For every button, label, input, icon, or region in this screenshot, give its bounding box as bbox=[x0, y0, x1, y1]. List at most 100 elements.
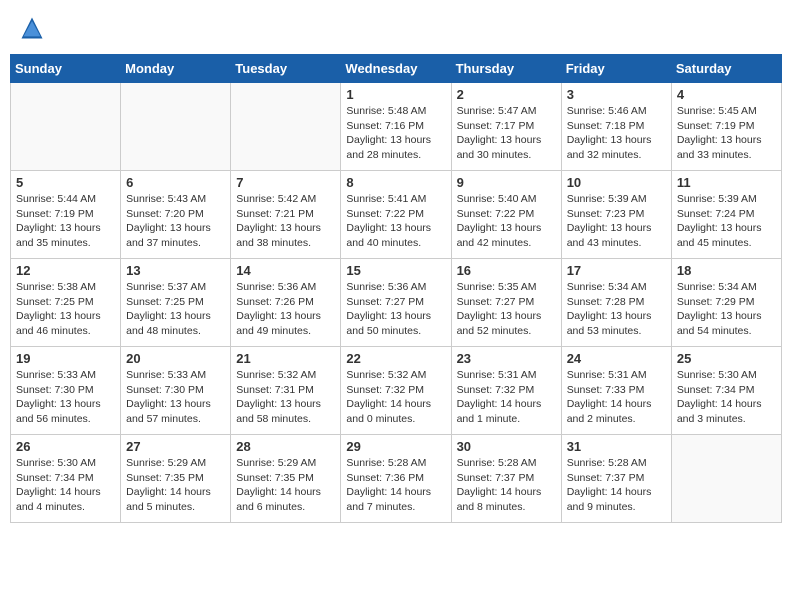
calendar-cell: 30 Sunrise: 5:28 AM Sunset: 7:37 PM Dayli… bbox=[451, 435, 561, 523]
day-number: 25 bbox=[677, 351, 776, 366]
general-blue-icon bbox=[18, 14, 46, 42]
calendar-cell: 20 Sunrise: 5:33 AM Sunset: 7:30 PM Dayli… bbox=[121, 347, 231, 435]
day-number: 10 bbox=[567, 175, 666, 190]
day-info: Sunrise: 5:39 AM Sunset: 7:24 PM Dayligh… bbox=[677, 192, 776, 251]
calendar-cell: 19 Sunrise: 5:33 AM Sunset: 7:30 PM Dayli… bbox=[11, 347, 121, 435]
day-number: 14 bbox=[236, 263, 335, 278]
day-number: 6 bbox=[126, 175, 225, 190]
day-info: Sunrise: 5:44 AM Sunset: 7:19 PM Dayligh… bbox=[16, 192, 115, 251]
day-header-friday: Friday bbox=[561, 55, 671, 83]
calendar-cell: 15Sunrise: 5:36 AM Sunset: 7:27 PM Dayli… bbox=[341, 259, 451, 347]
day-info: Sunrise: 5:32 AM Sunset: 7:32 PM Dayligh… bbox=[346, 368, 445, 427]
day-info: Sunrise: 5:34 AM Sunset: 7:29 PM Dayligh… bbox=[677, 280, 776, 339]
calendar-cell: 17 Sunrise: 5:34 AM Sunset: 7:28 PM Dayli… bbox=[561, 259, 671, 347]
day-number: 21 bbox=[236, 351, 335, 366]
day-info: Sunrise: 5:46 AM Sunset: 7:18 PM Dayligh… bbox=[567, 104, 666, 163]
day-info: Sunrise: 5:28 AM Sunset: 7:36 PM Dayligh… bbox=[346, 456, 445, 515]
day-info: Sunrise: 5:34 AM Sunset: 7:28 PM Dayligh… bbox=[567, 280, 666, 339]
day-header-saturday: Saturday bbox=[671, 55, 781, 83]
logo bbox=[18, 14, 50, 42]
calendar-week-row: 26 Sunrise: 5:30 AM Sunset: 7:34 PM Dayli… bbox=[11, 435, 782, 523]
day-info: Sunrise: 5:33 AM Sunset: 7:30 PM Dayligh… bbox=[16, 368, 115, 427]
day-number: 12 bbox=[16, 263, 115, 278]
day-info: Sunrise: 5:28 AM Sunset: 7:37 PM Dayligh… bbox=[457, 456, 556, 515]
calendar-cell bbox=[121, 83, 231, 171]
calendar-cell: 2 Sunrise: 5:47 AM Sunset: 7:17 PM Daylig… bbox=[451, 83, 561, 171]
calendar-cell: 22 Sunrise: 5:32 AM Sunset: 7:32 PM Dayli… bbox=[341, 347, 451, 435]
day-info: Sunrise: 5:43 AM Sunset: 7:20 PM Dayligh… bbox=[126, 192, 225, 251]
day-info: Sunrise: 5:30 AM Sunset: 7:34 PM Dayligh… bbox=[677, 368, 776, 427]
calendar-cell: 29 Sunrise: 5:28 AM Sunset: 7:36 PM Dayli… bbox=[341, 435, 451, 523]
day-number: 2 bbox=[457, 87, 556, 102]
calendar-cell bbox=[231, 83, 341, 171]
day-info: Sunrise: 5:41 AM Sunset: 7:22 PM Dayligh… bbox=[346, 192, 445, 251]
calendar-cell: 21 Sunrise: 5:32 AM Sunset: 7:31 PM Dayli… bbox=[231, 347, 341, 435]
day-info: Sunrise: 5:38 AM Sunset: 7:25 PM Dayligh… bbox=[16, 280, 115, 339]
day-number: 13 bbox=[126, 263, 225, 278]
calendar-cell: 1Sunrise: 5:48 AM Sunset: 7:16 PM Daylig… bbox=[341, 83, 451, 171]
calendar-cell: 8Sunrise: 5:41 AM Sunset: 7:22 PM Daylig… bbox=[341, 171, 451, 259]
page-header bbox=[10, 10, 782, 46]
calendar-week-row: 5 Sunrise: 5:44 AM Sunset: 7:19 PM Daylig… bbox=[11, 171, 782, 259]
day-info: Sunrise: 5:31 AM Sunset: 7:32 PM Dayligh… bbox=[457, 368, 556, 427]
day-number: 22 bbox=[346, 351, 445, 366]
day-info: Sunrise: 5:30 AM Sunset: 7:34 PM Dayligh… bbox=[16, 456, 115, 515]
calendar-cell bbox=[11, 83, 121, 171]
calendar-cell: 23Sunrise: 5:31 AM Sunset: 7:32 PM Dayli… bbox=[451, 347, 561, 435]
day-number: 30 bbox=[457, 439, 556, 454]
day-info: Sunrise: 5:31 AM Sunset: 7:33 PM Dayligh… bbox=[567, 368, 666, 427]
day-info: Sunrise: 5:32 AM Sunset: 7:31 PM Dayligh… bbox=[236, 368, 335, 427]
day-number: 24 bbox=[567, 351, 666, 366]
day-number: 27 bbox=[126, 439, 225, 454]
day-number: 9 bbox=[457, 175, 556, 190]
day-number: 18 bbox=[677, 263, 776, 278]
day-info: Sunrise: 5:29 AM Sunset: 7:35 PM Dayligh… bbox=[126, 456, 225, 515]
calendar-cell: 11 Sunrise: 5:39 AM Sunset: 7:24 PM Dayli… bbox=[671, 171, 781, 259]
calendar-cell: 13 Sunrise: 5:37 AM Sunset: 7:25 PM Dayli… bbox=[121, 259, 231, 347]
day-info: Sunrise: 5:45 AM Sunset: 7:19 PM Dayligh… bbox=[677, 104, 776, 163]
day-info: Sunrise: 5:40 AM Sunset: 7:22 PM Dayligh… bbox=[457, 192, 556, 251]
day-info: Sunrise: 5:33 AM Sunset: 7:30 PM Dayligh… bbox=[126, 368, 225, 427]
day-info: Sunrise: 5:29 AM Sunset: 7:35 PM Dayligh… bbox=[236, 456, 335, 515]
calendar-cell: 9 Sunrise: 5:40 AM Sunset: 7:22 PM Daylig… bbox=[451, 171, 561, 259]
day-number: 15 bbox=[346, 263, 445, 278]
calendar-cell: 4Sunrise: 5:45 AM Sunset: 7:19 PM Daylig… bbox=[671, 83, 781, 171]
calendar-week-row: 19 Sunrise: 5:33 AM Sunset: 7:30 PM Dayli… bbox=[11, 347, 782, 435]
calendar-cell: 28 Sunrise: 5:29 AM Sunset: 7:35 PM Dayli… bbox=[231, 435, 341, 523]
day-info: Sunrise: 5:47 AM Sunset: 7:17 PM Dayligh… bbox=[457, 104, 556, 163]
day-number: 7 bbox=[236, 175, 335, 190]
day-number: 26 bbox=[16, 439, 115, 454]
day-number: 31 bbox=[567, 439, 666, 454]
calendar-cell: 12 Sunrise: 5:38 AM Sunset: 7:25 PM Dayli… bbox=[11, 259, 121, 347]
day-number: 19 bbox=[16, 351, 115, 366]
day-number: 5 bbox=[16, 175, 115, 190]
calendar-cell: 25 Sunrise: 5:30 AM Sunset: 7:34 PM Dayli… bbox=[671, 347, 781, 435]
calendar-cell: 24 Sunrise: 5:31 AM Sunset: 7:33 PM Dayli… bbox=[561, 347, 671, 435]
calendar-cell: 26 Sunrise: 5:30 AM Sunset: 7:34 PM Dayli… bbox=[11, 435, 121, 523]
calendar-cell: 3 Sunrise: 5:46 AM Sunset: 7:18 PM Daylig… bbox=[561, 83, 671, 171]
calendar-week-row: 12 Sunrise: 5:38 AM Sunset: 7:25 PM Dayli… bbox=[11, 259, 782, 347]
calendar-week-row: 1Sunrise: 5:48 AM Sunset: 7:16 PM Daylig… bbox=[11, 83, 782, 171]
day-number: 11 bbox=[677, 175, 776, 190]
day-number: 3 bbox=[567, 87, 666, 102]
day-number: 20 bbox=[126, 351, 225, 366]
day-header-thursday: Thursday bbox=[451, 55, 561, 83]
calendar-cell: 6 Sunrise: 5:43 AM Sunset: 7:20 PM Daylig… bbox=[121, 171, 231, 259]
day-info: Sunrise: 5:28 AM Sunset: 7:37 PM Dayligh… bbox=[567, 456, 666, 515]
day-number: 29 bbox=[346, 439, 445, 454]
calendar-header-row: SundayMondayTuesdayWednesdayThursdayFrid… bbox=[11, 55, 782, 83]
calendar-cell bbox=[671, 435, 781, 523]
day-number: 28 bbox=[236, 439, 335, 454]
day-info: Sunrise: 5:37 AM Sunset: 7:25 PM Dayligh… bbox=[126, 280, 225, 339]
day-header-monday: Monday bbox=[121, 55, 231, 83]
day-number: 17 bbox=[567, 263, 666, 278]
calendar-cell: 10 Sunrise: 5:39 AM Sunset: 7:23 PM Dayli… bbox=[561, 171, 671, 259]
calendar-cell: 31 Sunrise: 5:28 AM Sunset: 7:37 PM Dayli… bbox=[561, 435, 671, 523]
day-info: Sunrise: 5:35 AM Sunset: 7:27 PM Dayligh… bbox=[457, 280, 556, 339]
day-number: 16 bbox=[457, 263, 556, 278]
calendar-table: SundayMondayTuesdayWednesdayThursdayFrid… bbox=[10, 54, 782, 523]
calendar-cell: 7Sunrise: 5:42 AM Sunset: 7:21 PM Daylig… bbox=[231, 171, 341, 259]
calendar-cell: 16 Sunrise: 5:35 AM Sunset: 7:27 PM Dayli… bbox=[451, 259, 561, 347]
day-info: Sunrise: 5:39 AM Sunset: 7:23 PM Dayligh… bbox=[567, 192, 666, 251]
calendar-cell: 27 Sunrise: 5:29 AM Sunset: 7:35 PM Dayli… bbox=[121, 435, 231, 523]
